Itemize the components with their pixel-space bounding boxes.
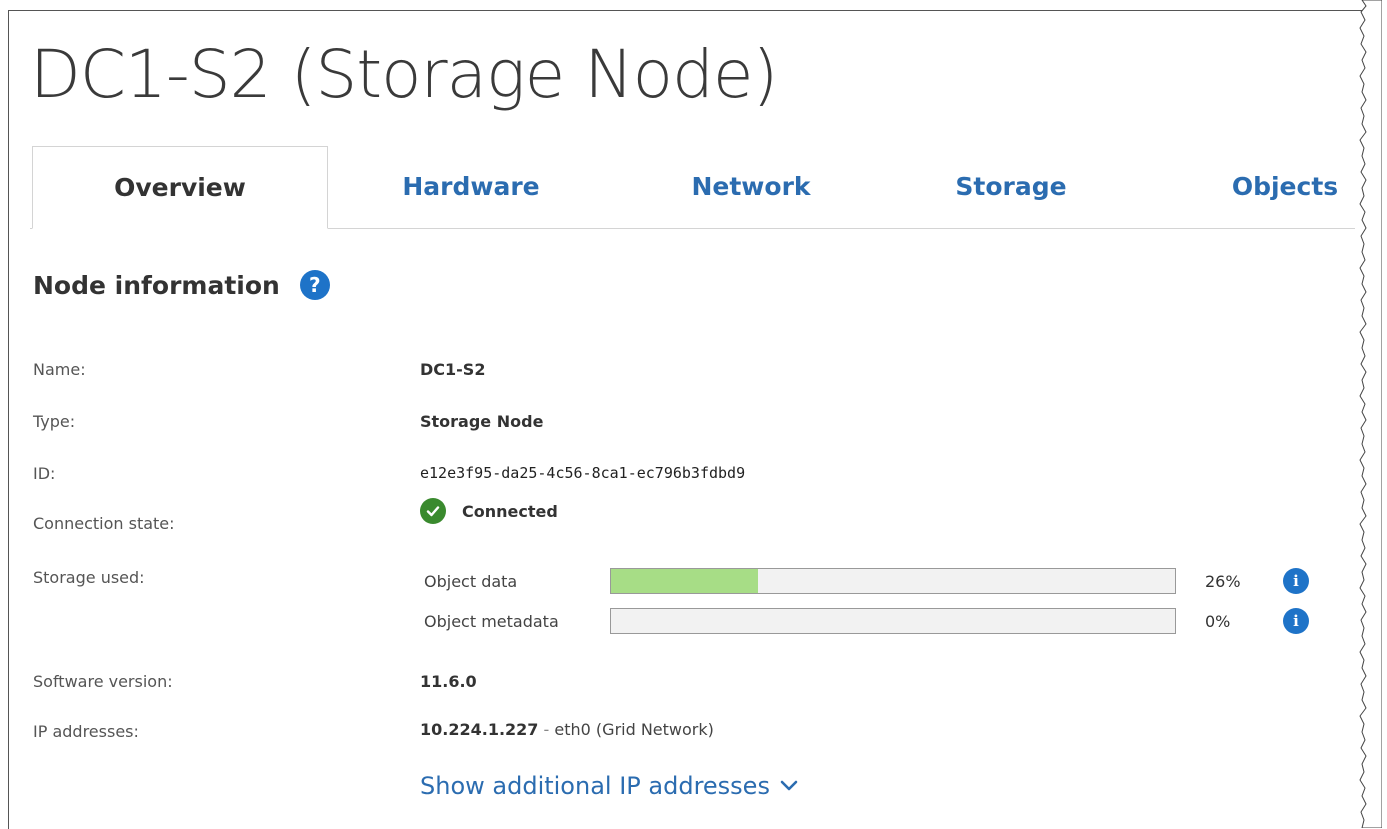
ip-separator: -: [543, 720, 550, 739]
storage-object-metadata-percent: 0%: [1205, 612, 1231, 631]
tab-bar: Overview Hardware Network Storage Object…: [30, 146, 1355, 229]
connection-state-text: Connected: [462, 501, 558, 521]
storage-used-label: Storage used:: [33, 568, 145, 587]
type-label: Type:: [33, 412, 76, 431]
ip-addresses-label: IP addresses:: [33, 722, 139, 741]
software-version-value: 11.6.0: [420, 672, 477, 691]
torn-edge-decoration: [1359, 0, 1382, 828]
show-additional-ip-link[interactable]: Show additional IP addresses: [420, 772, 798, 800]
chevron-down-icon: [780, 780, 798, 791]
storage-object-data-bar: [610, 568, 1176, 594]
info-icon[interactable]: i: [1283, 568, 1309, 594]
section-title-node-information: Node information ?: [33, 270, 330, 300]
check-circle-icon: [420, 498, 446, 524]
storage-row-object-metadata: Object metadata 0% i: [420, 608, 1320, 638]
connection-state-value: Connected: [420, 498, 558, 524]
ip-address-line: 10.224.1.227 - eth0 (Grid Network): [420, 720, 714, 739]
type-value: Storage Node: [420, 412, 544, 431]
tab-network[interactable]: Network: [646, 146, 856, 227]
section-title-text: Node information: [33, 270, 280, 300]
tab-storage[interactable]: Storage: [906, 146, 1116, 227]
id-label: ID:: [33, 464, 56, 483]
storage-object-data-percent: 26%: [1205, 572, 1241, 591]
software-version-label: Software version:: [33, 672, 173, 691]
storage-object-metadata-bar: [610, 608, 1176, 634]
question-circle-icon[interactable]: ?: [299, 270, 330, 300]
tab-overview[interactable]: Overview: [32, 146, 328, 229]
page-frame: [8, 10, 1364, 829]
tab-hardware[interactable]: Hardware: [366, 146, 576, 227]
storage-object-metadata-label: Object metadata: [424, 612, 559, 631]
ip-address-value: 10.224.1.227: [420, 720, 539, 739]
storage-object-data-label: Object data: [424, 572, 518, 591]
storage-object-data-bar-fill: [611, 569, 758, 593]
show-additional-ip-text: Show additional IP addresses: [420, 772, 770, 800]
name-label: Name:: [33, 360, 86, 379]
ip-interface: eth0 (Grid Network): [554, 720, 714, 739]
tab-objects[interactable]: Objects: [1215, 146, 1355, 227]
connection-state-label: Connection state:: [33, 514, 175, 533]
name-value: DC1-S2: [420, 360, 486, 379]
info-icon[interactable]: i: [1283, 608, 1309, 634]
storage-row-object-data: Object data 26% i: [420, 568, 1320, 598]
page-title: DC1-S2 (Storage Node): [30, 36, 778, 113]
id-value: e12e3f95-da25-4c56-8ca1-ec796b3fdbd9: [420, 464, 746, 482]
